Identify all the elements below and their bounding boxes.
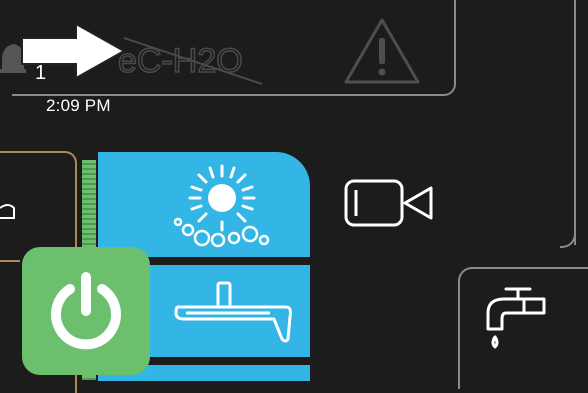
squeegee-icon [170,277,294,347]
sun-soap-bubbles-icon [172,160,272,252]
warning-triangle-icon[interactable] [342,16,422,86]
power-icon [46,271,126,351]
wash-mode-button[interactable] [98,152,310,257]
brand-logo: eC-H2O [112,30,272,90]
right-divider-curve [560,230,576,248]
bottom-separator [150,357,310,365]
brand-logo-text: eC-H2O [118,42,243,80]
camera-icon[interactable] [343,178,435,228]
left-panel-divider [0,260,20,262]
power-button[interactable] [22,247,150,375]
clock-time: 2:09 PM [46,96,111,115]
left-panel-icon [0,200,20,224]
faucet-icon[interactable] [484,283,550,353]
right-divider-line [574,0,576,245]
button-separator [150,257,310,265]
